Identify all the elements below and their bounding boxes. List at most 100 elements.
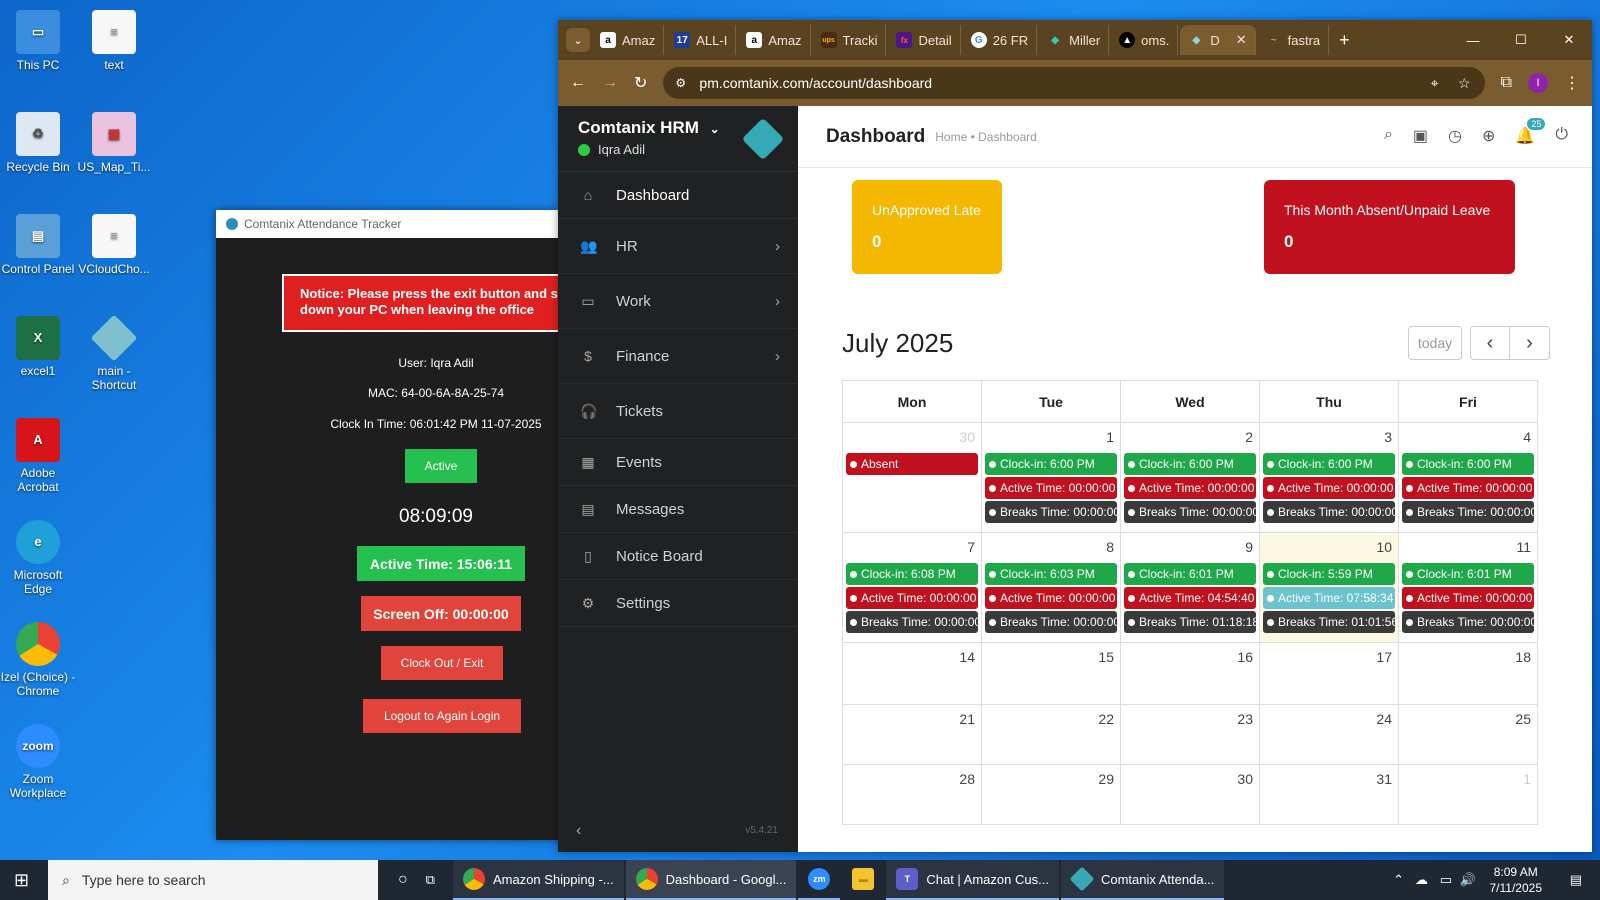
- calendar-day-cell[interactable]: 4 Clock-in: 6:00 PM Active Time: 00:00:00 B…: [1398, 422, 1538, 533]
- notes-icon[interactable]: ▣: [1413, 126, 1428, 146]
- calendar-event[interactable]: Active Time: 00:00:00: [1402, 587, 1534, 609]
- sidebar-item-tickets[interactable]: 🎧 Tickets: [558, 384, 798, 439]
- power-icon[interactable]: ⏻: [1555, 126, 1568, 146]
- taskbar-item-dashboard[interactable]: Dashboard - Googl...: [625, 860, 797, 900]
- volume-icon[interactable]: 🔊: [1460, 872, 1476, 888]
- minimize-icon[interactable]: —: [1450, 33, 1496, 48]
- reload-icon[interactable]: ↻: [634, 73, 647, 93]
- task-view-icon[interactable]: ⧉: [426, 872, 435, 888]
- calendar-day-cell[interactable]: 17: [1259, 642, 1399, 705]
- browser-tab[interactable]: ▲ oms.: [1111, 25, 1179, 55]
- calendar-event[interactable]: Clock-in: 6:08 PM: [846, 563, 978, 585]
- calendar-day-cell[interactable]: 7 Clock-in: 6:08 PM Active Time: 00:00:00 B…: [842, 532, 982, 643]
- collapse-sidebar-icon[interactable]: ‹: [576, 822, 581, 840]
- calendar-day-cell[interactable]: 29: [981, 764, 1121, 825]
- tab-search-icon[interactable]: ⌄: [566, 28, 590, 52]
- calendar-day-cell[interactable]: 8 Clock-in: 6:03 PM Active Time: 00:00:00 B…: [981, 532, 1121, 643]
- calendar-event[interactable]: Absent: [846, 453, 978, 475]
- calendar-event[interactable]: Clock-in: 6:00 PM: [985, 453, 1117, 475]
- calendar-event[interactable]: Breaks Time: 01:18:18: [1124, 611, 1256, 633]
- sidebar-item-hr[interactable]: 👥 HR ›: [558, 219, 798, 274]
- calendar-day-cell[interactable]: 18: [1398, 642, 1538, 705]
- browser-tab[interactable]: ~ fastra: [1258, 25, 1330, 55]
- calendar-day-cell[interactable]: 30 Absent: [842, 422, 982, 533]
- sidebar-item-dashboard[interactable]: ⌂ Dashboard: [558, 172, 798, 219]
- extensions-icon[interactable]: ⧉: [1501, 74, 1512, 92]
- calendar-event[interactable]: Clock-in: 6:00 PM: [1263, 453, 1395, 475]
- calendar-event[interactable]: Active Time: 00:00:00: [1402, 477, 1534, 499]
- calendar-event[interactable]: Breaks Time: 00:00:00: [1402, 501, 1534, 523]
- desktop-icon-zoom[interactable]: zoom Zoom Workplace: [0, 724, 76, 800]
- calendar-event[interactable]: Active Time: 00:00:00: [985, 477, 1117, 499]
- onedrive-icon[interactable]: ☁: [1415, 872, 1428, 888]
- calendar-event[interactable]: Breaks Time: 00:00:00: [1124, 501, 1256, 523]
- calendar-event[interactable]: Breaks Time: 00:00:00: [985, 501, 1117, 523]
- network-icon[interactable]: ▭: [1440, 872, 1452, 888]
- calendar-event[interactable]: Breaks Time: 00:00:00: [1402, 611, 1534, 633]
- new-tab-icon[interactable]: +: [1339, 30, 1350, 51]
- unapproved-late-card[interactable]: UnApproved Late 0: [852, 180, 1002, 274]
- calendar-day-cell[interactable]: 25: [1398, 704, 1538, 765]
- taskbar-item-comtanix[interactable]: Comtanix Attenda...: [1060, 860, 1225, 900]
- calendar-event[interactable]: Clock-in: 6:03 PM: [985, 563, 1117, 585]
- calendar-day-cell[interactable]: 1 Clock-in: 6:00 PM Active Time: 00:00:00 B…: [981, 422, 1121, 533]
- browser-tab[interactable]: 17 ALL-I: [666, 25, 737, 55]
- sidebar-item-events[interactable]: ▦ Events: [558, 439, 798, 486]
- browser-tab[interactable]: G 26 FR: [963, 25, 1038, 55]
- desktop-icon-us-map[interactable]: ▦ US_Map_Ti...: [76, 112, 152, 174]
- desktop-icon-text[interactable]: ≡ text: [76, 10, 152, 72]
- close-tab-icon[interactable]: ✕: [1236, 32, 1247, 48]
- desktop-icon-acrobat[interactable]: A Adobe Acrobat: [0, 418, 76, 494]
- location-icon[interactable]: ⌖: [1431, 75, 1439, 92]
- taskbar-item-zoom[interactable]: zm: [798, 860, 841, 900]
- forward-icon[interactable]: →: [602, 74, 618, 92]
- address-bar[interactable]: ⚙ pm.comtanix.com/account/dashboard ⌖ ☆: [663, 67, 1485, 99]
- calendar-day-cell[interactable]: 16: [1120, 642, 1260, 705]
- sidebar-item-notice-board[interactable]: ▯ Notice Board: [558, 533, 798, 580]
- absent-leave-card[interactable]: This Month Absent/Unpaid Leave 0: [1264, 180, 1515, 274]
- calendar-day-cell[interactable]: 30: [1120, 764, 1260, 825]
- calendar-day-cell[interactable]: 2 Clock-in: 6:00 PM Active Time: 00:00:00 B…: [1120, 422, 1260, 533]
- tracker-titlebar[interactable]: Comtanix Attendance Tracker: [216, 210, 561, 238]
- calendar-day-cell[interactable]: 28: [842, 764, 982, 825]
- calendar-event[interactable]: Breaks Time: 01:01:56: [1263, 611, 1395, 633]
- bell-icon[interactable]: 🔔 25: [1515, 118, 1546, 146]
- cortana-icon[interactable]: ○: [398, 871, 408, 889]
- today-button[interactable]: today: [1408, 326, 1462, 360]
- desktop-icon-this-pc[interactable]: ▭ This PC: [0, 10, 76, 72]
- browser-tab[interactable]: fx Detail: [888, 25, 961, 55]
- site-info-icon[interactable]: ⚙: [675, 76, 686, 90]
- calendar-day-cell[interactable]: 9 Clock-in: 6:01 PM Active Time: 04:54:40 B…: [1120, 532, 1260, 643]
- calendar-event[interactable]: Clock-in: 5:59 PM: [1263, 563, 1395, 585]
- notifications-icon[interactable]: ▤: [1570, 872, 1582, 888]
- calendar-event[interactable]: Active Time: 00:00:00: [985, 587, 1117, 609]
- search-icon[interactable]: ⌕: [1384, 126, 1393, 146]
- logout-button[interactable]: Logout to Again Login: [363, 699, 521, 733]
- taskbar-item-amazon-shipping[interactable]: Amazon Shipping -...: [452, 860, 624, 900]
- calendar-day-cell[interactable]: 31: [1259, 764, 1399, 825]
- sidebar-item-settings[interactable]: ⚙ Settings: [558, 580, 798, 627]
- tray-chevron-icon[interactable]: ⌃: [1393, 872, 1404, 888]
- taskbar-search[interactable]: ⌕ Type here to search: [48, 860, 378, 900]
- calendar-event[interactable]: Active Time: 04:54:40: [1124, 587, 1256, 609]
- windows-start-icon[interactable]: ⊞: [14, 870, 29, 891]
- calendar-day-cell[interactable]: 21: [842, 704, 982, 765]
- close-window-icon[interactable]: ✕: [1546, 32, 1592, 48]
- sidebar-item-work[interactable]: ▭ Work ›: [558, 274, 798, 329]
- calendar-event[interactable]: Breaks Time: 00:00:00: [846, 611, 978, 633]
- breadcrumb[interactable]: Home • Dashboard: [935, 130, 1037, 144]
- browser-tab[interactable]: ups Tracki: [813, 25, 887, 55]
- desktop-icon-main-shortcut[interactable]: main - Shortcut: [76, 314, 152, 392]
- calendar-day-cell[interactable]: 14: [842, 642, 982, 705]
- calendar-event[interactable]: Clock-in: 6:00 PM: [1124, 453, 1256, 475]
- desktop-icon-edge[interactable]: e Microsoft Edge: [0, 520, 76, 596]
- browser-tab[interactable]: a Amaz: [592, 25, 665, 55]
- taskbar-item-teams-chat[interactable]: T Chat | Amazon Cus...: [886, 860, 1059, 900]
- calendar-event[interactable]: Active Time: 00:00:00: [1124, 477, 1256, 499]
- desktop-icon-excel[interactable]: X excel1: [0, 316, 76, 378]
- next-month-button[interactable]: ›: [1510, 326, 1550, 360]
- desktop-icon-vcloud[interactable]: ≡ VCloudCho...: [76, 214, 152, 276]
- calendar-event[interactable]: Active Time: 00:00:00: [846, 587, 978, 609]
- calendar-event[interactable]: Clock-in: 6:01 PM: [1402, 563, 1534, 585]
- browser-tab-active[interactable]: ◆ D ✕: [1180, 25, 1256, 55]
